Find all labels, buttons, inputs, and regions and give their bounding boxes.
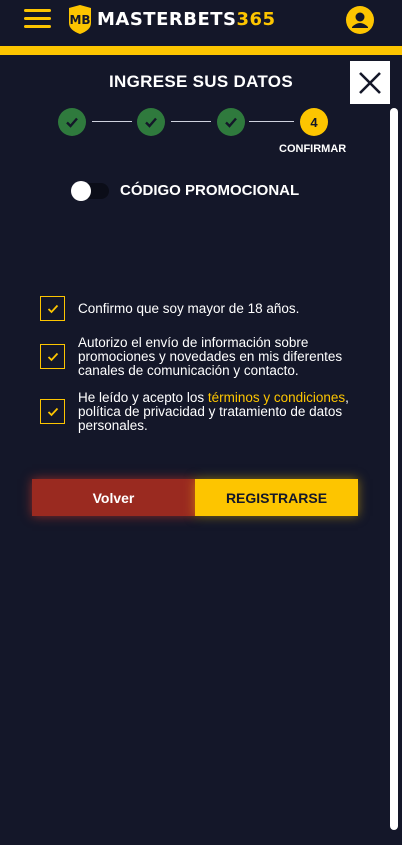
- hamburger-menu-icon[interactable]: [24, 9, 51, 29]
- step-connector: [171, 121, 211, 122]
- logo-text-brand: MASTERBETS: [97, 8, 237, 30]
- logo-letters: MB: [69, 13, 90, 27]
- checkbox-marketing[interactable]: [40, 344, 65, 369]
- promo-code-label: CÓDIGO PROMOCIONAL: [120, 182, 300, 199]
- step-1: [58, 108, 86, 136]
- terms-link[interactable]: términos y condiciones: [208, 390, 345, 405]
- user-icon[interactable]: [346, 6, 374, 34]
- register-button[interactable]: REGISTRARSE: [195, 479, 358, 516]
- checkbox-marketing-label: Autorizo el envío de información sobre p…: [78, 335, 343, 378]
- step-connector: [249, 121, 294, 122]
- promo-code-toggle[interactable]: [71, 181, 109, 201]
- modal-title: INGRESE SUS DATOS: [109, 72, 293, 91]
- checkbox-terms[interactable]: [40, 399, 65, 424]
- checkbox-terms-label: He leído y acepto los términos y condici…: [78, 391, 378, 433]
- scrollbar[interactable]: [390, 108, 398, 830]
- logo-badge-icon: MB: [69, 5, 91, 34]
- check-icon: [47, 407, 58, 416]
- step-label-confirmar: CONFIRMAR: [279, 143, 347, 155]
- step-3: [217, 108, 245, 136]
- check-icon: [47, 304, 58, 313]
- check-icon: [66, 117, 78, 128]
- step-connector: [92, 121, 132, 122]
- header-accent-bar: [0, 46, 402, 55]
- step-2: [137, 108, 165, 136]
- step-4: 4: [300, 108, 328, 136]
- checkbox-age[interactable]: [40, 296, 65, 321]
- logo-text: MASTERBETS365: [97, 9, 276, 30]
- logo[interactable]: MB MASTERBETS365: [66, 3, 276, 35]
- check-icon: [225, 117, 237, 128]
- top-bar: MB MASTERBETS365: [0, 0, 402, 46]
- check-icon: [145, 117, 157, 128]
- checkbox-age-label: Confirmo que soy mayor de 18 años.: [78, 301, 300, 316]
- terms-text-before: He leído y acepto los: [78, 390, 208, 405]
- back-button[interactable]: Volver: [32, 479, 195, 516]
- logo-text-number: 365: [236, 8, 276, 30]
- check-icon: [47, 352, 58, 361]
